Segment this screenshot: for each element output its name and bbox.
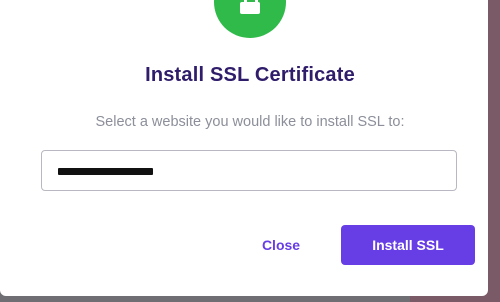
install-ssl-button[interactable]: Install SSL <box>341 225 475 265</box>
dialog-title: Install SSL Certificate <box>145 64 355 86</box>
redacted-website-name <box>58 168 153 175</box>
lock-icon <box>214 0 286 38</box>
website-select[interactable] <box>41 150 457 191</box>
close-button[interactable]: Close <box>246 225 316 265</box>
install-ssl-dialog: Install SSL Certificate Select a website… <box>0 0 488 296</box>
dialog-subtitle: Select a website you would like to insta… <box>95 114 405 130</box>
lock-body <box>240 2 260 14</box>
